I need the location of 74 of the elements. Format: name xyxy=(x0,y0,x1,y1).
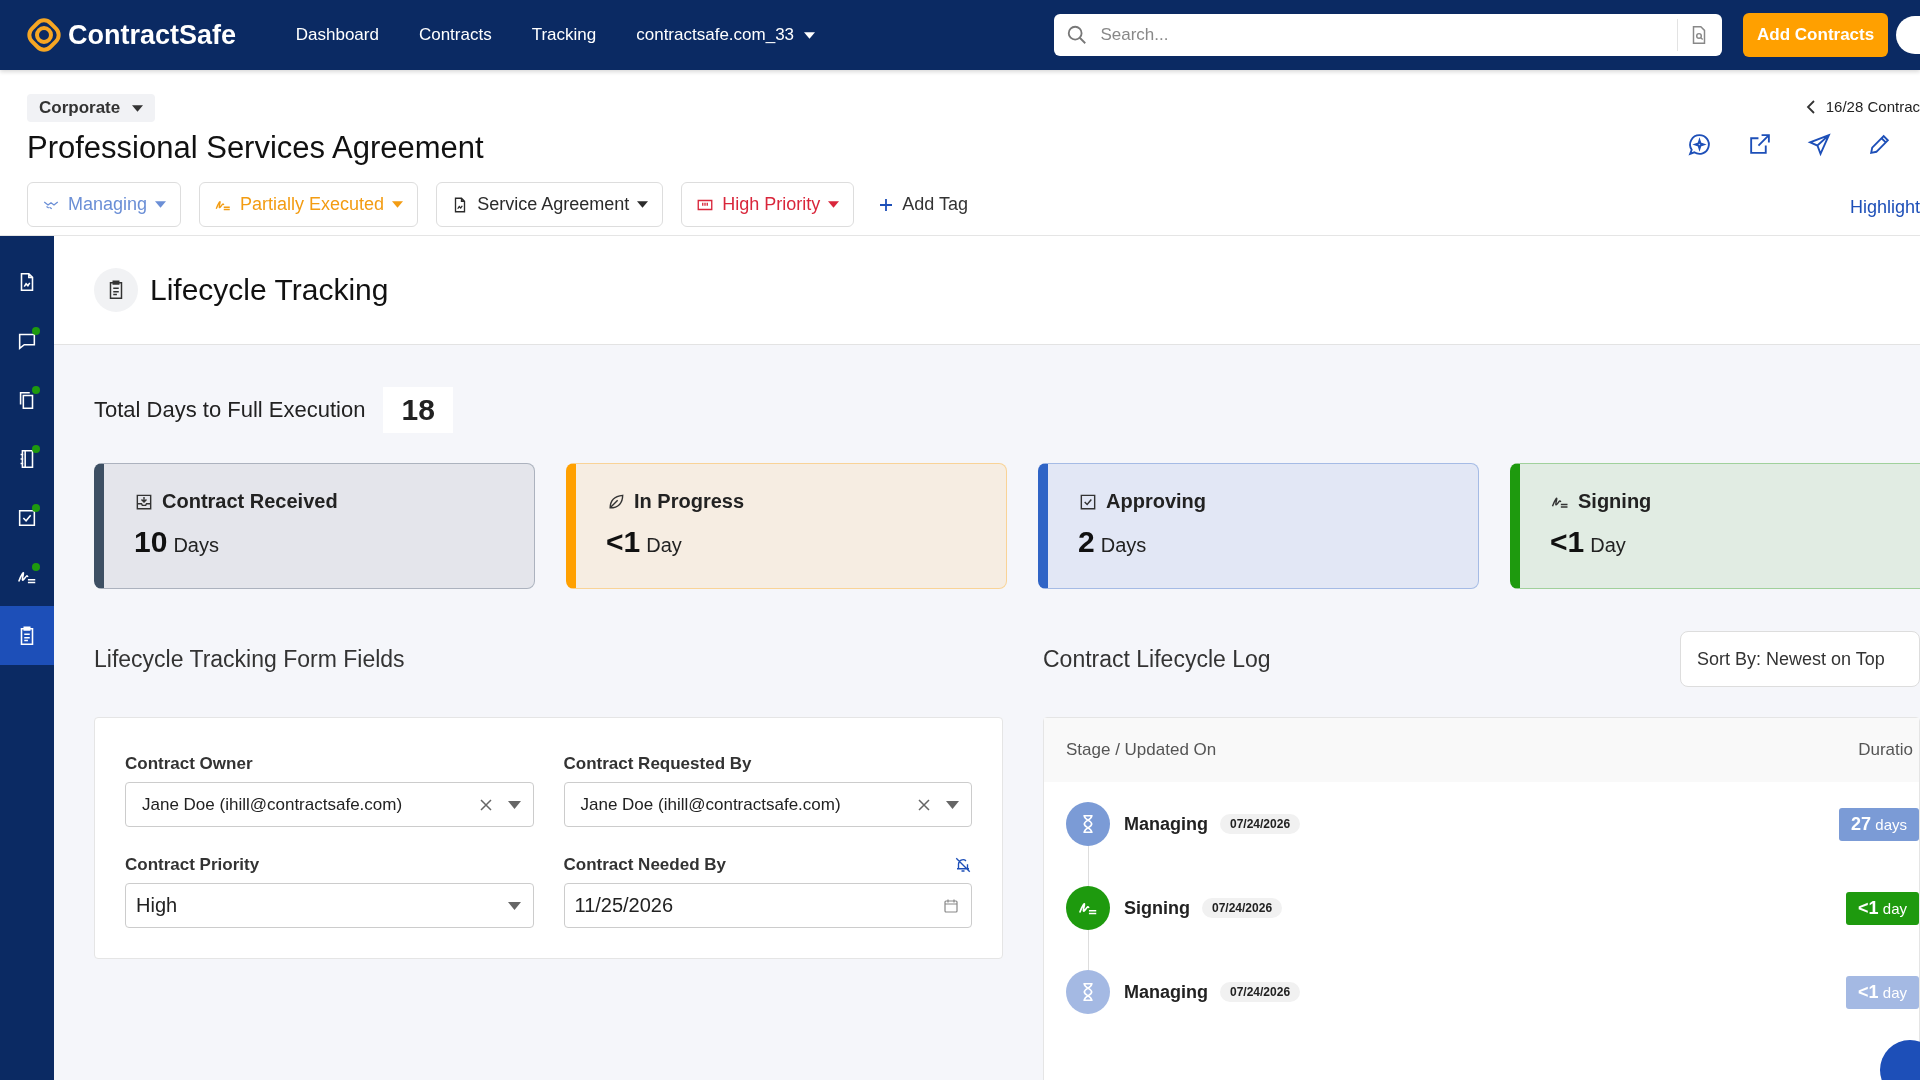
sort-dropdown[interactable]: Sort By: Newest on Top xyxy=(1680,631,1920,687)
stage-unit: Day xyxy=(646,534,682,557)
field-label: Contract Needed By xyxy=(563,855,726,875)
duration-badge: 27 days xyxy=(1839,807,1919,841)
stage-unit: Day xyxy=(1590,534,1626,557)
form-title: Lifecycle Tracking Form Fields xyxy=(94,644,406,674)
stage-days: 2 xyxy=(1078,525,1095,559)
stage-name: Signing xyxy=(1124,897,1190,919)
stage-days: <1 xyxy=(606,525,641,559)
tag-dropdown[interactable]: High Priority xyxy=(681,182,855,227)
caret-icon xyxy=(507,800,521,809)
previous-icon[interactable] xyxy=(1805,98,1816,115)
select-field[interactable]: High xyxy=(125,883,534,928)
stage-name: Approving xyxy=(1106,490,1206,513)
caret-icon xyxy=(828,201,840,208)
clear-icon[interactable] xyxy=(477,796,494,813)
plus-icon xyxy=(878,196,895,213)
account-dropdown[interactable]: contractsafe.com_33 xyxy=(636,25,816,45)
field-label: Contract Requested By xyxy=(563,754,752,774)
avatar[interactable] xyxy=(1896,16,1920,54)
nav-link[interactable]: Contracts xyxy=(418,25,492,45)
brand-name: ContractSafe xyxy=(68,19,237,51)
log-title: Contract Lifecycle Log xyxy=(1043,644,1271,674)
tag-dropdown[interactable]: Service Agreement xyxy=(436,182,664,227)
select-field[interactable]: Jane Doe (ihill@contractsafe.com) xyxy=(125,782,534,827)
stage-name: Managing xyxy=(1124,813,1208,835)
column-header: Duratio xyxy=(1858,740,1913,760)
column-header: Stage / Updated On xyxy=(1066,740,1217,760)
clipboard-icon xyxy=(94,268,138,312)
date-badge: 07/24/2026 xyxy=(1220,814,1301,834)
caret-icon xyxy=(155,201,167,208)
duration-badge: <1 day xyxy=(1846,891,1919,925)
send-icon[interactable] xyxy=(1807,132,1832,157)
edit-icon[interactable] xyxy=(1867,132,1892,157)
caret-icon xyxy=(392,201,404,208)
nav-link[interactable]: Dashboard xyxy=(295,25,379,45)
stage-name: Contract Received xyxy=(162,490,338,513)
stage-unit: Days xyxy=(173,534,219,557)
ai-chat-icon[interactable] xyxy=(1687,132,1712,157)
date-field[interactable]: 11/25/2026 xyxy=(563,883,972,928)
search-icon xyxy=(1066,24,1089,46)
search-field[interactable]: Search... xyxy=(1054,14,1723,56)
nav-link[interactable]: Tracking xyxy=(531,25,597,45)
caret-icon xyxy=(946,800,959,809)
clear-icon[interactable] xyxy=(916,796,932,813)
caret-icon xyxy=(637,201,649,208)
folder-dropdown[interactable]: Corporate xyxy=(27,94,156,122)
stage-name: Managing xyxy=(1124,981,1208,1003)
duration-badge: <1 day xyxy=(1846,975,1919,1009)
add-tag-button[interactable]: Add Tag xyxy=(872,193,974,216)
contract-title: Professional Services Agreement xyxy=(27,130,484,166)
field-label: Contract Priority xyxy=(125,855,260,875)
sidebar-item[interactable] xyxy=(0,606,54,665)
date-badge: 07/24/2026 xyxy=(1220,982,1301,1002)
stage-name: Signing xyxy=(1578,490,1652,513)
total-days-label: Total Days to Full Execution xyxy=(94,397,366,423)
caret-icon xyxy=(132,104,144,112)
total-days-value: 18 xyxy=(383,387,453,433)
highlights-link[interactable]: Highlight xyxy=(1849,197,1920,218)
stage-unit: Days xyxy=(1100,534,1147,557)
section-title: Lifecycle Tracking xyxy=(150,273,389,307)
bell-off-icon[interactable] xyxy=(954,856,972,874)
stage-days: 10 xyxy=(134,525,168,559)
field-label: Contract Owner xyxy=(125,754,253,774)
logo-icon xyxy=(26,17,62,53)
caret-icon xyxy=(507,901,521,910)
calendar-icon[interactable] xyxy=(943,897,959,914)
stage-days: <1 xyxy=(1550,525,1585,559)
date-badge: 07/24/2026 xyxy=(1202,898,1283,918)
stage-name: In Progress xyxy=(634,490,745,513)
pager-text: 16/28 Contrac xyxy=(1825,98,1920,115)
caret-icon xyxy=(804,31,816,39)
external-link-icon[interactable] xyxy=(1747,132,1772,157)
select-field[interactable]: Jane Doe (ihill@contractsafe.com) xyxy=(563,782,972,827)
